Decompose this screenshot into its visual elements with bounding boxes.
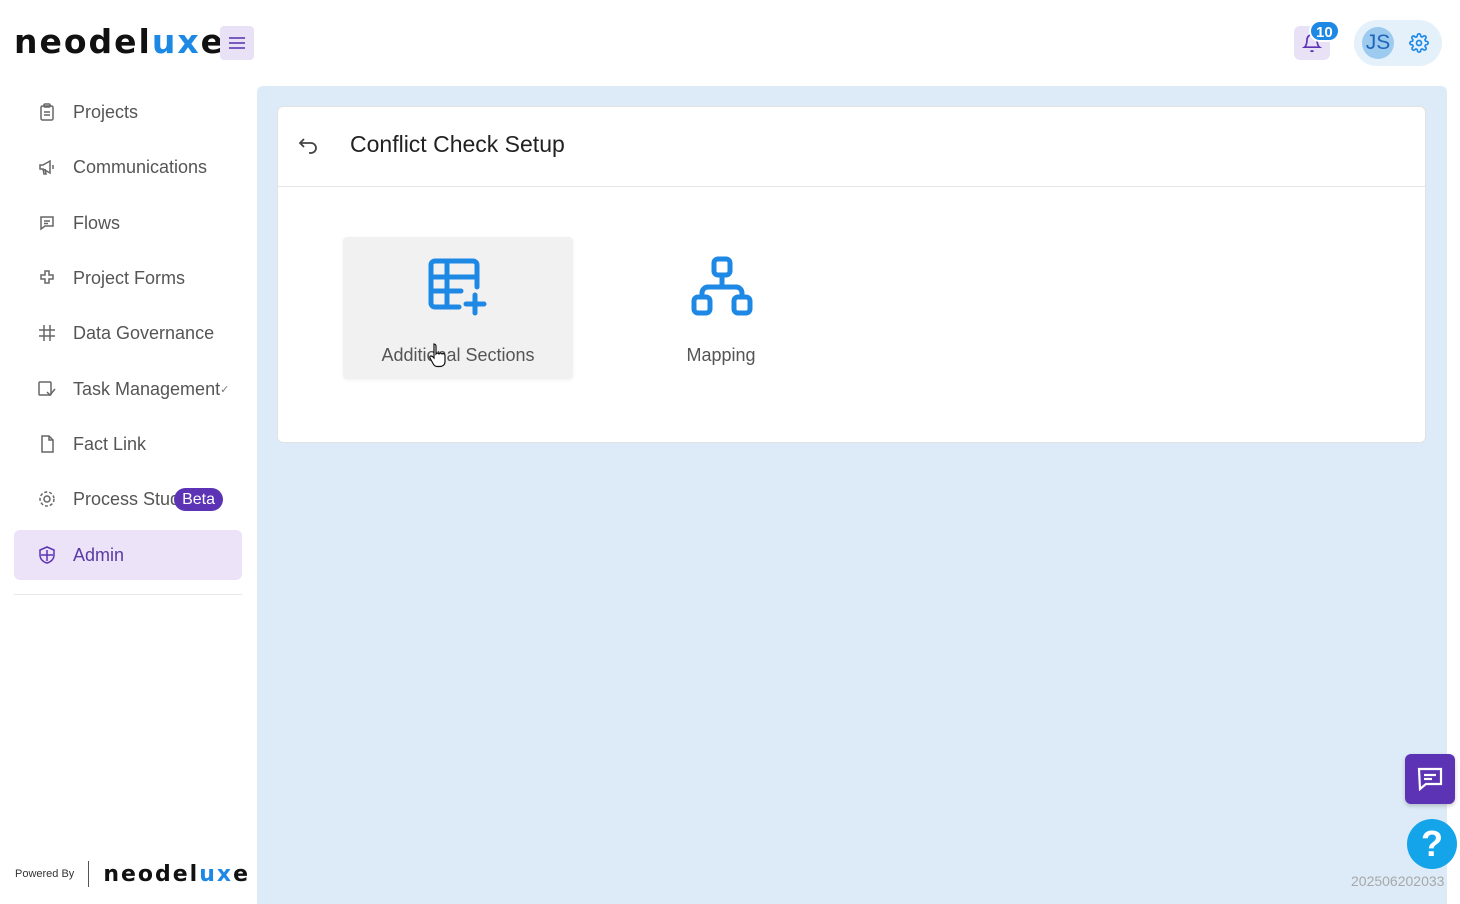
main-content: Conflict Check Setup Additional Sections… [257, 86, 1447, 904]
sidebar-item-communications[interactable]: Communications [14, 142, 242, 192]
return-arrow-icon [298, 138, 317, 154]
file-icon [37, 434, 57, 454]
sitemap-icon [691, 256, 753, 316]
conflict-check-card: Conflict Check Setup Additional Sections… [277, 106, 1426, 443]
megaphone-icon [37, 157, 57, 177]
page-title: Conflict Check Setup [350, 131, 565, 157]
task-icon [37, 379, 57, 399]
message-square-icon [37, 213, 57, 233]
hamburger-icon [229, 37, 245, 49]
help-button[interactable]: ? [1407, 819, 1457, 869]
user-menu[interactable]: JS [1354, 20, 1442, 66]
sidebar-item-label: Admin [73, 544, 125, 565]
cog-icon [37, 489, 57, 509]
sidebar-item-flows[interactable]: Flows [14, 198, 242, 248]
sidebar-item-label: Data Governance [73, 322, 215, 343]
powered-by-logo: neodeluxe [103, 861, 251, 887]
notification-count-badge: 10 [1309, 20, 1340, 42]
tile-label: Additional Sections [381, 345, 535, 365]
sidebar-item-process-studio[interactable]: Process Stud Beta [14, 474, 242, 524]
clipboard-icon [37, 102, 57, 122]
sidebar-item-label: Flows [73, 212, 121, 233]
sidebar-item-label: Project Forms [73, 267, 186, 288]
puzzle-icon [37, 268, 57, 288]
powered-by-separator [88, 861, 90, 887]
avatar[interactable]: JS [1362, 27, 1394, 59]
shield-icon [37, 545, 57, 565]
build-version: 202506202033 [1351, 873, 1445, 889]
sidebar-item-label: Process Stud [73, 488, 181, 509]
table-add-icon [428, 258, 487, 316]
sidebar-item-admin[interactable]: Admin [14, 530, 242, 580]
card-header: Conflict Check Setup [278, 107, 1425, 187]
sidebar-item-label: Projects [73, 101, 139, 122]
sidebar-item-task-management[interactable]: Task Management ✓ [14, 364, 242, 414]
sidebar-item-projects[interactable]: Projects [14, 87, 242, 137]
settings-button[interactable] [1408, 32, 1430, 54]
menu-toggle-button[interactable] [220, 26, 254, 60]
sidebar-item-project-forms[interactable]: Project Forms [14, 253, 242, 303]
tile-label: Mapping [686, 345, 756, 365]
sidebar: Projects Communications Flows Project Fo… [0, 86, 256, 904]
chat-button[interactable] [1405, 754, 1455, 804]
question-icon: ? [1421, 823, 1443, 864]
tile-mapping[interactable]: Mapping [606, 237, 836, 379]
powered-by-label: Powered By [15, 868, 75, 880]
powered-by: Powered By neodeluxe [15, 861, 250, 887]
chevron-down-icon[interactable]: ✓ [220, 383, 229, 396]
sidebar-item-label: Fact Link [73, 433, 147, 454]
sidebar-item-fact-link[interactable]: Fact Link [14, 419, 242, 469]
back-button[interactable] [296, 133, 320, 157]
beta-badge: Beta [174, 487, 223, 511]
sidebar-item-data-governance[interactable]: Data Governance [14, 308, 242, 358]
brand-logo[interactable]: neodeluxeTM [14, 22, 234, 72]
hand-cursor-icon [429, 343, 446, 368]
grid-icon [37, 323, 57, 343]
tile-additional-sections[interactable]: Additional Sections [343, 237, 573, 379]
top-header: neodeluxeTM 10 JS [0, 0, 1460, 86]
chat-icon [1417, 767, 1443, 792]
sidebar-item-label: Task Management [73, 378, 221, 399]
sidebar-divider [14, 594, 242, 595]
sidebar-item-label: Communications [73, 156, 208, 177]
gear-icon [1409, 33, 1429, 53]
